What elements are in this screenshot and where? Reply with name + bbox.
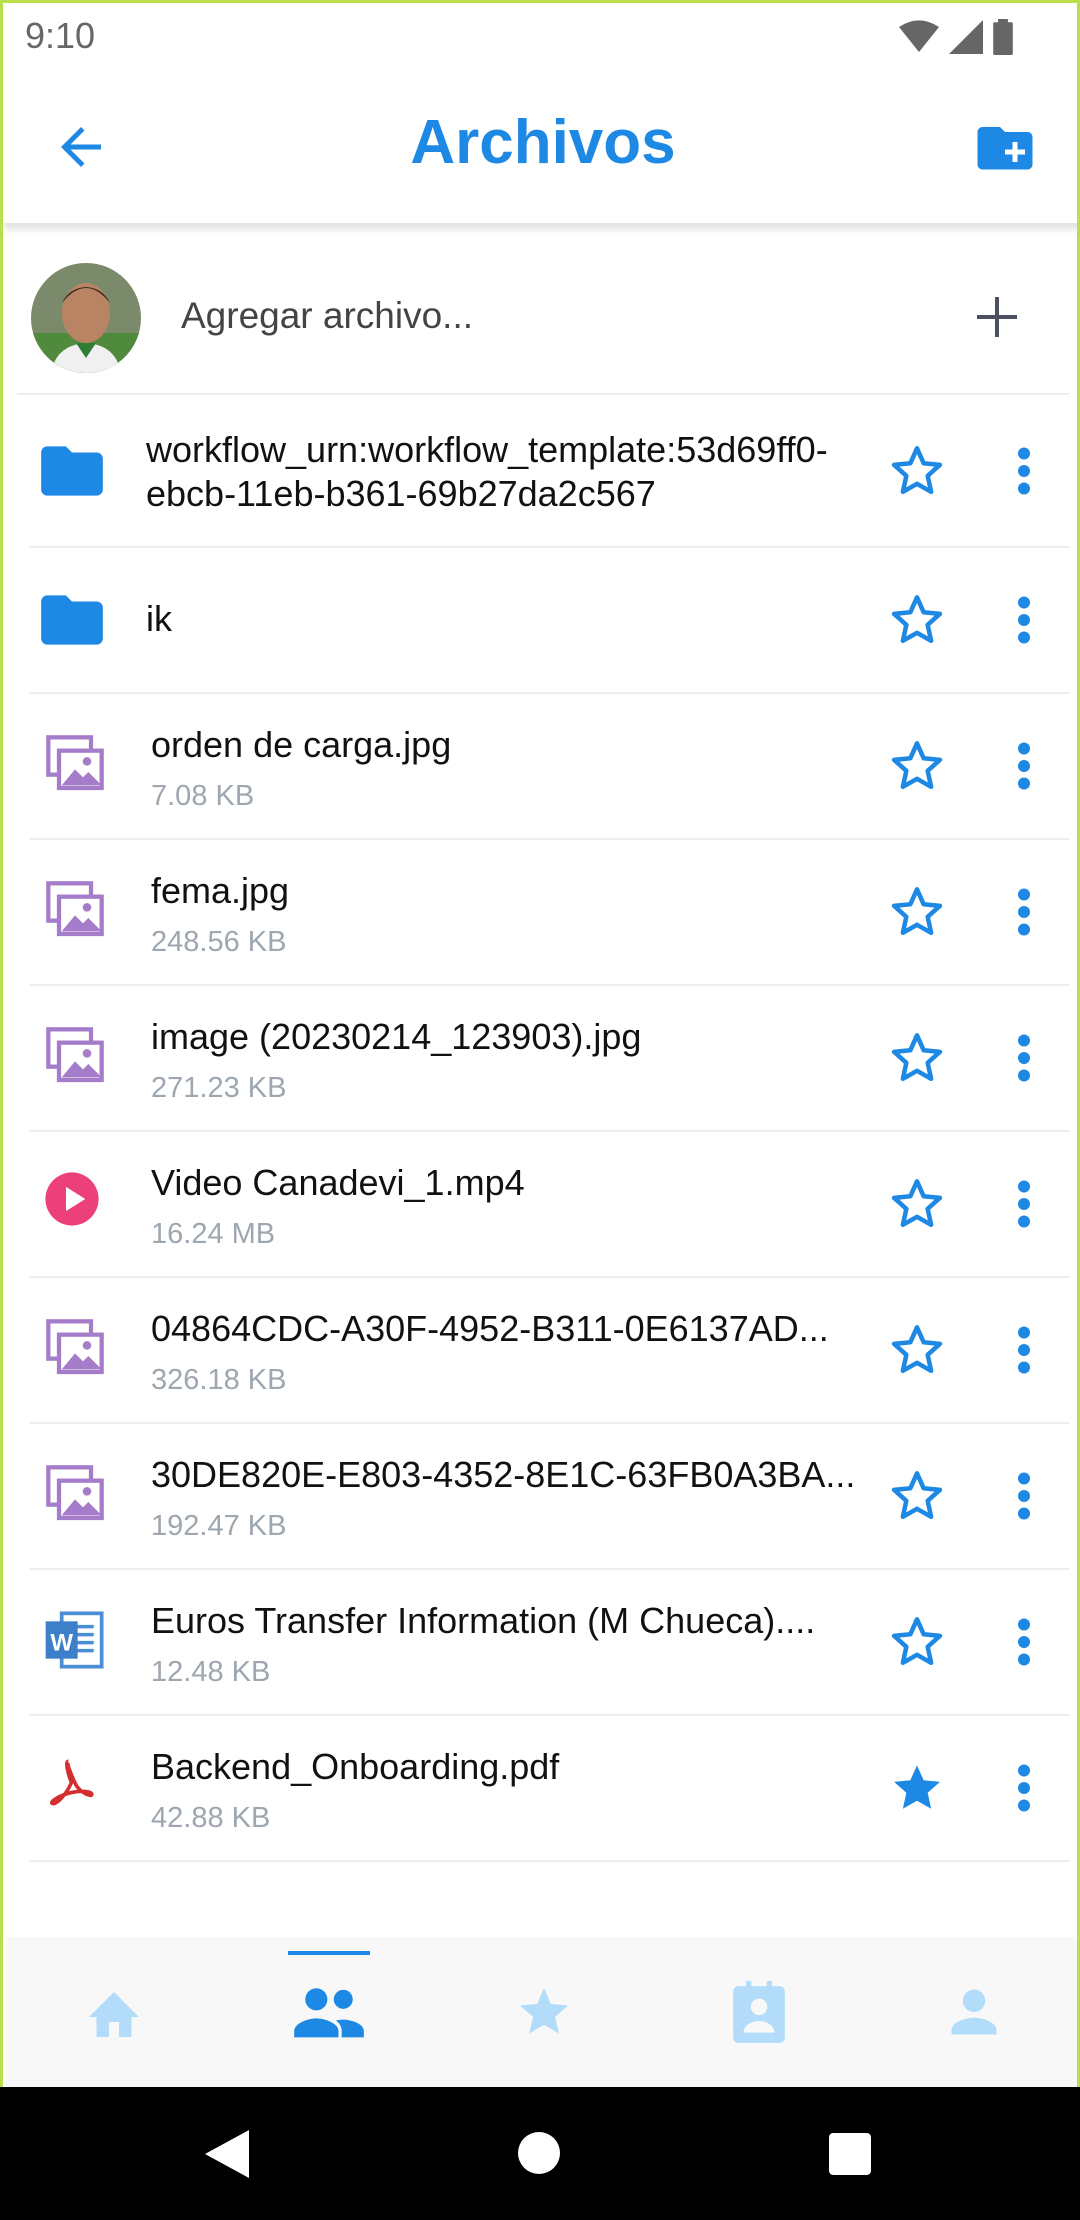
create-new-folder-icon[interactable] [975, 119, 1035, 175]
more-vert-icon[interactable] [1009, 1466, 1039, 1526]
nav-contacts[interactable] [651, 1937, 866, 2087]
contact-badge-icon [732, 1981, 785, 2043]
star-outline-icon[interactable] [885, 1318, 949, 1382]
nav-home[interactable] [6, 1937, 221, 2087]
pdf-file-icon [43, 1754, 117, 1828]
nav-profile[interactable] [866, 1937, 1077, 2087]
word-file-icon: W [43, 1608, 117, 1682]
add-file-row[interactable]: Agregar archivo... [17, 243, 1069, 395]
system-navigation-bar [0, 2087, 1080, 2220]
recents-nav-icon[interactable] [829, 2133, 871, 2175]
person-icon [951, 1989, 996, 2035]
more-vert-icon[interactable] [1009, 1320, 1039, 1380]
file-name: orden de carga.jpg [151, 724, 452, 765]
more-vert-icon[interactable] [1009, 1028, 1039, 1088]
file-name: fema.jpg [151, 870, 290, 911]
file-name: workflow_urn:workflow_template:53d69ff0-… [146, 429, 828, 514]
more-vert-icon[interactable] [1009, 441, 1039, 501]
file-row[interactable]: ik [29, 548, 1069, 694]
file-row[interactable]: 30DE820E-E803-4352-8E1C-63FB0A3BA... 192.… [29, 1424, 1069, 1570]
wifi-icon [899, 20, 939, 52]
file-name: image (20230214_123903).jpg [151, 1016, 642, 1057]
more-vert-icon[interactable] [1009, 1758, 1039, 1818]
file-name: 30DE820E-E803-4352-8E1C-63FB0A3BA... [151, 1454, 856, 1495]
file-row[interactable]: fema.jpg 248.56 KB [29, 840, 1069, 986]
file-name: Backend_Onboarding.pdf [151, 1746, 560, 1787]
page-title: Archivos [410, 108, 676, 177]
file-row[interactable]: workflow_urn:workflow_template:53d69ff0-… [29, 396, 1069, 548]
svg-text:W: W [50, 1630, 73, 1657]
more-vert-icon[interactable] [1009, 736, 1039, 796]
more-vert-icon[interactable] [1009, 1612, 1039, 1672]
star-outline-icon[interactable] [885, 1464, 949, 1528]
back-nav-icon[interactable] [205, 2130, 249, 2178]
file-list: workflow_urn:workflow_template:53d69ff0-… [29, 396, 1069, 1862]
home-icon [88, 1992, 139, 2037]
file-size: 16.24 MB [151, 1218, 276, 1250]
image-file-icon [43, 1316, 117, 1390]
star-outline-icon[interactable] [885, 1172, 949, 1236]
more-vert-icon[interactable] [1009, 882, 1039, 942]
app-bar: Archivos [3, 73, 1077, 223]
status-time: 9:10 [25, 15, 96, 56]
star-outline-icon[interactable] [885, 1026, 949, 1090]
status-icons [899, 19, 1013, 55]
file-size: 271.23 KB [151, 1072, 287, 1104]
avatar [31, 263, 141, 373]
group-icon [293, 1988, 364, 2038]
file-row[interactable]: W Euros Transfer Information (M Chueca)..… [29, 1570, 1069, 1716]
cell-signal-icon [949, 20, 983, 54]
nav-favorites[interactable] [436, 1937, 651, 2087]
file-size: 326.18 KB [151, 1364, 287, 1396]
file-size: 7.08 KB [151, 780, 255, 812]
home-nav-icon[interactable] [518, 2132, 560, 2174]
add-file-label: Agregar archivo... [181, 295, 474, 336]
file-row[interactable]: Video Canadevi_1.mp4 16.24 MB [29, 1132, 1069, 1278]
app-screen: 9:10 Archivos Agregar archivo... workflo… [0, 0, 1080, 2087]
file-size: 42.88 KB [151, 1802, 271, 1834]
file-row[interactable]: orden de carga.jpg 7.08 KB [29, 694, 1069, 840]
star-outline-icon[interactable] [885, 588, 949, 652]
image-file-icon [43, 1462, 117, 1536]
star-filled-icon[interactable] [885, 1756, 949, 1820]
image-file-icon [43, 732, 117, 806]
file-row[interactable]: Backend_Onboarding.pdf 42.88 KB [29, 1716, 1069, 1862]
more-vert-icon[interactable] [1009, 1174, 1039, 1234]
nav-groups[interactable] [221, 1937, 436, 2087]
more-vert-icon[interactable] [1009, 590, 1039, 650]
star-outline-icon[interactable] [885, 439, 949, 503]
image-file-icon [43, 1024, 117, 1098]
file-size: 12.48 KB [151, 1656, 271, 1688]
video-file-icon [43, 1170, 117, 1244]
file-name: Euros Transfer Information (M Chueca)...… [151, 1600, 816, 1641]
file-name: ik [146, 598, 172, 639]
file-row[interactable]: 04864CDC-A30F-4952-B311-0E6137AD... 326.1… [29, 1278, 1069, 1424]
file-size: 248.56 KB [151, 926, 287, 958]
battery-icon [993, 19, 1013, 55]
star-outline-icon[interactable] [885, 734, 949, 798]
file-size: 192.47 KB [151, 1510, 287, 1542]
star-outline-icon[interactable] [885, 1610, 949, 1674]
status-bar: 9:10 [3, 3, 1077, 73]
image-file-icon [43, 878, 117, 952]
file-row[interactable]: image (20230214_123903).jpg 271.23 KB [29, 986, 1069, 1132]
folder-file-icon [35, 583, 109, 657]
bottom-navigation [6, 1937, 1077, 2087]
star-outline-icon[interactable] [885, 880, 949, 944]
file-name: 04864CDC-A30F-4952-B311-0E6137AD... [151, 1308, 829, 1349]
plus-icon[interactable] [973, 293, 1021, 341]
star-icon [519, 1987, 568, 2034]
file-name: Video Canadevi_1.mp4 [151, 1162, 525, 1203]
folder-file-icon [35, 434, 109, 508]
